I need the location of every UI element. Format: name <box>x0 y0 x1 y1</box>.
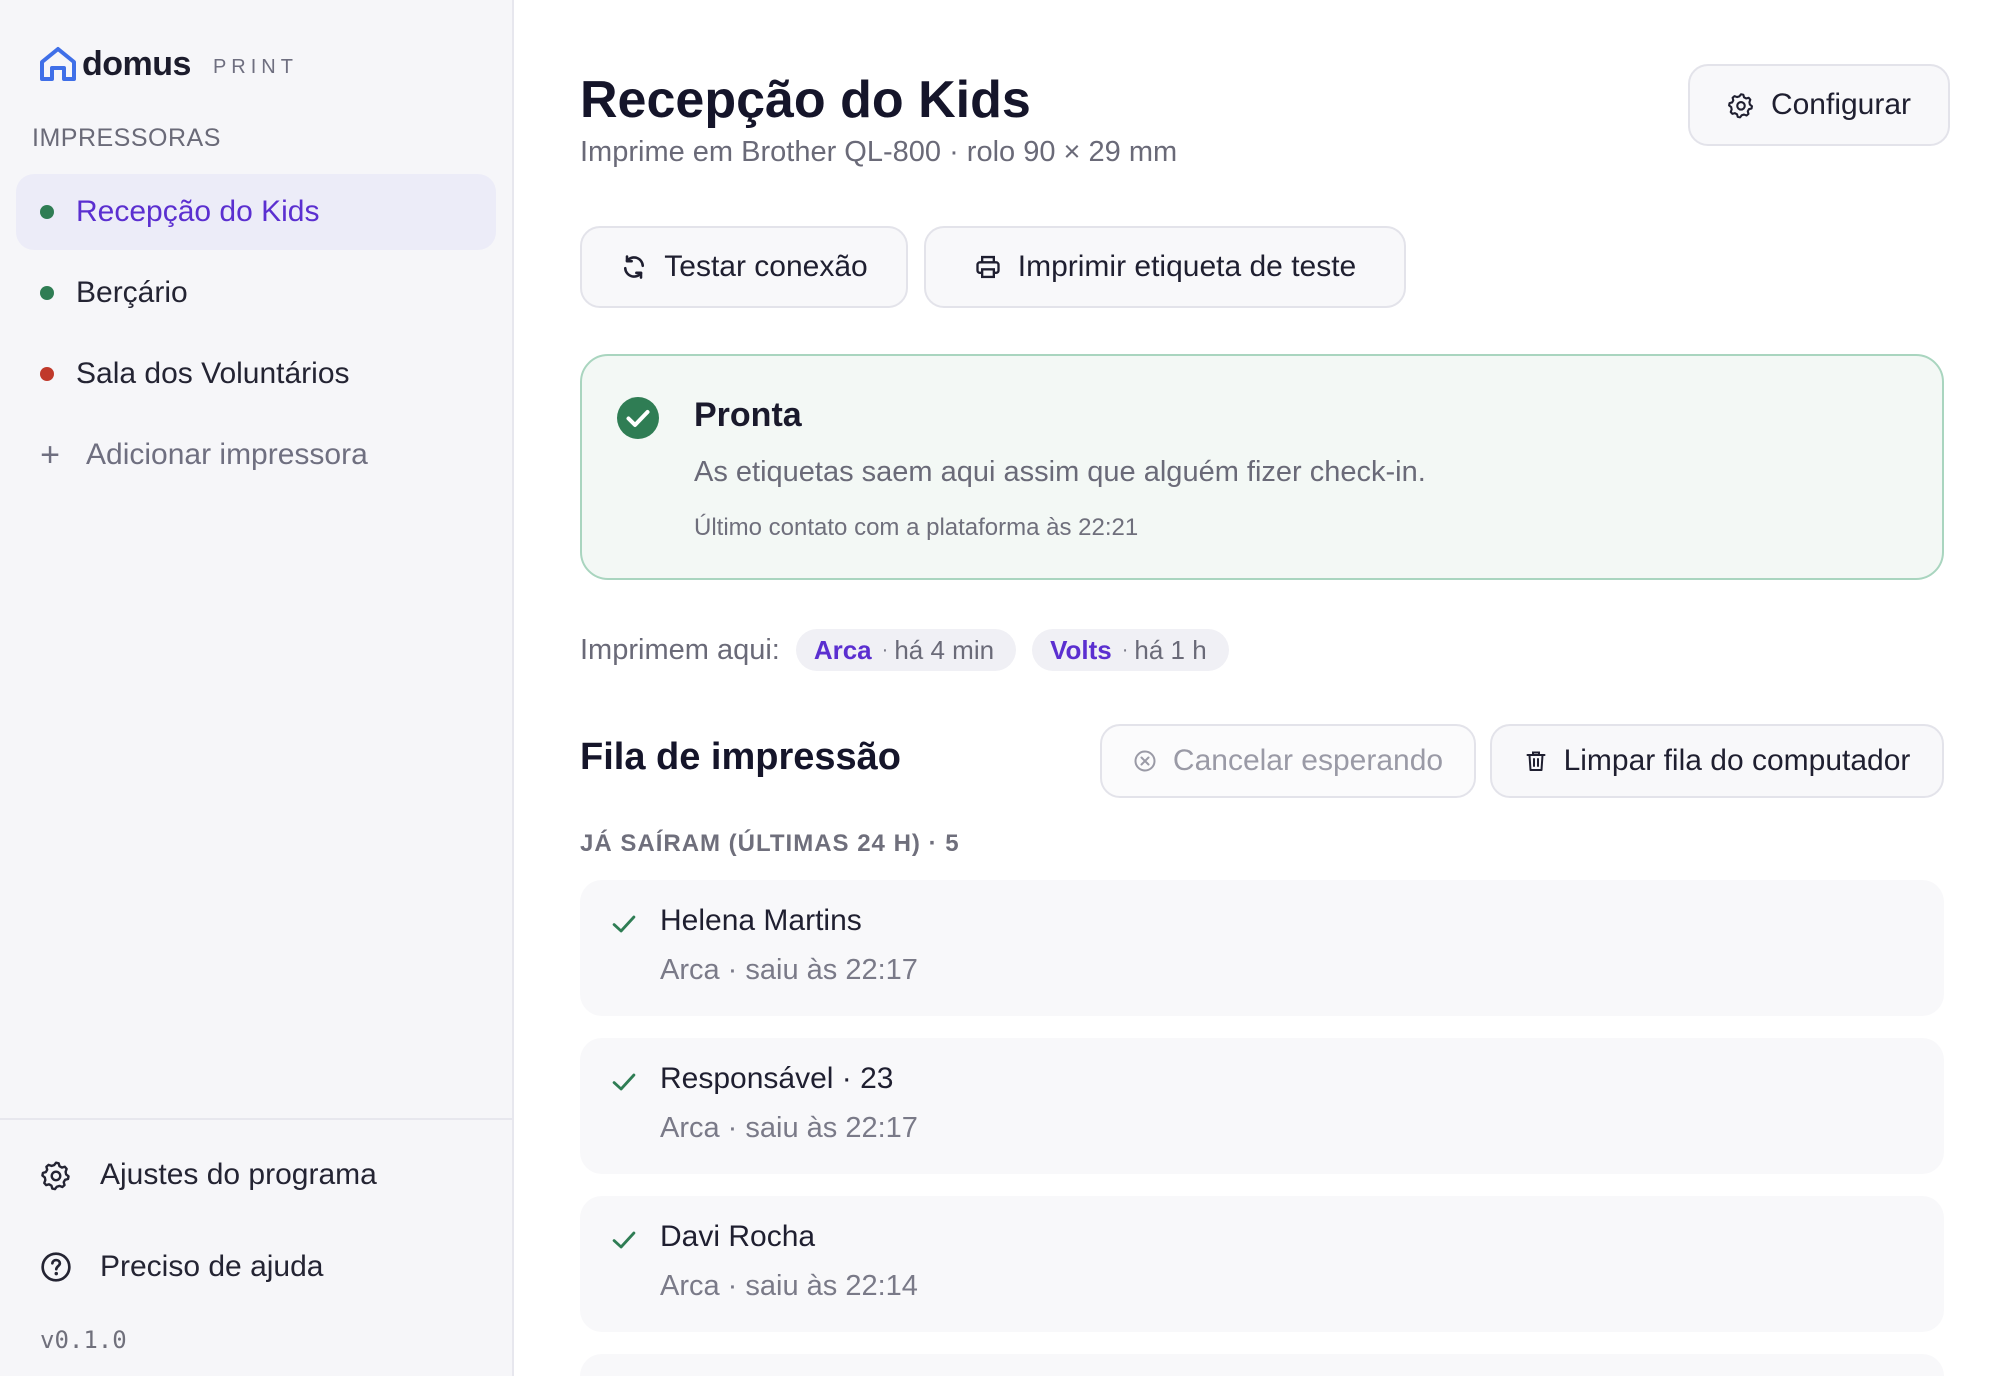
house-icon <box>40 47 76 81</box>
job-name: Responsável · 23 <box>660 1062 894 1095</box>
list-item[interactable] <box>580 1354 1944 1376</box>
help-link[interactable]: Preciso de ajuda <box>40 1250 323 1284</box>
status-title: Pronta <box>694 396 802 434</box>
printer-status-card: Pronta As etiquetas saem aqui assim que … <box>580 354 1944 580</box>
refresh-icon <box>624 255 645 279</box>
printer-icon <box>976 255 1000 279</box>
gear-icon <box>1728 93 1753 119</box>
add-printer-label: Adicionar impressora <box>86 438 368 471</box>
check-icon <box>612 1231 636 1249</box>
list-item[interactable]: Responsável · 23 Arca · saiu às 22:17 <box>580 1038 1944 1174</box>
check-circle-icon <box>617 397 659 439</box>
queue-title: Fila de impressão <box>580 736 902 778</box>
job-name: Davi Rocha <box>660 1220 816 1253</box>
source-time: há 1 h <box>1134 634 1207 665</box>
source-name: Arca <box>813 634 872 665</box>
printing-sources: Imprimem aqui: Arca · há 4 min Volts · h… <box>580 628 1229 672</box>
job-name: Helena Martins <box>660 904 862 937</box>
source-time: há 4 min <box>894 634 995 665</box>
trash-icon <box>1526 751 1546 771</box>
gear-icon <box>41 1161 70 1191</box>
sidebar: domus PRINT IMPRESSORAS Recepção do Kids… <box>0 0 514 1376</box>
print-test-label-text: Imprimir etiqueta de teste <box>1017 250 1357 283</box>
source-chip-arca[interactable]: Arca · há 4 min <box>795 629 1017 671</box>
list-item[interactable]: Davi Rocha Arca · saiu às 22:14 <box>580 1196 1944 1332</box>
job-meta: Arca · saiu às 22:14 <box>660 1270 918 1302</box>
printers-section-label: IMPRESSORAS <box>32 124 221 152</box>
configure-button[interactable]: Configurar <box>1688 64 1950 146</box>
version-label: v0.1.0 <box>40 1326 127 1354</box>
separator-dot: · <box>1121 638 1129 661</box>
program-settings-link[interactable]: Ajustes do programa <box>40 1158 377 1192</box>
sidebar-item-label: Sala dos Voluntários <box>76 357 350 390</box>
sidebar-item-recepcao-kids[interactable]: Recepção do Kids <box>16 174 496 250</box>
printing-sources-label: Imprimem aqui: <box>580 633 780 666</box>
main-panel: Recepção do Kids Imprime em Brother QL-8… <box>514 0 2000 1376</box>
clear-queue-label: Limpar fila do computador <box>1563 744 1911 777</box>
source-name: Volts <box>1050 634 1112 665</box>
print-test-label-button[interactable]: Imprimir etiqueta de teste <box>924 226 1406 308</box>
clear-queue-button[interactable]: Limpar fila do computador <box>1490 724 1944 798</box>
brand-logo[interactable]: domus PRINT <box>38 44 298 84</box>
sidebar-item-bercario[interactable]: Berçário <box>16 255 496 331</box>
last-contact-text: Último contato com a plataforma às 22:21 <box>694 514 1139 541</box>
completed-jobs-header: JÁ SAÍRAM (ÚLTIMAS 24 H) · 5 <box>580 830 960 857</box>
job-meta: Arca · saiu às 22:17 <box>660 1112 918 1144</box>
add-printer-button[interactable]: + Adicionar impressora <box>16 417 496 493</box>
status-dot <box>40 367 54 381</box>
brand-suffix: PRINT <box>212 55 298 78</box>
source-chip-volts[interactable]: Volts · há 1 h <box>1032 629 1229 671</box>
check-icon <box>612 915 636 933</box>
cancel-circle-icon <box>1134 750 1156 772</box>
brand-name: domus <box>82 44 191 83</box>
test-connection-button[interactable]: Testar conexão <box>580 226 908 308</box>
sidebar-item-label: Recepção do Kids <box>76 195 320 228</box>
sidebar-item-label: Berçário <box>76 276 188 309</box>
cancel-waiting-label: Cancelar esperando <box>1172 744 1444 777</box>
list-item[interactable]: Helena Martins Arca · saiu às 22:17 <box>580 880 1944 1016</box>
status-dot <box>40 205 54 219</box>
status-description: As etiquetas saem aqui assim que alguém … <box>694 456 1426 488</box>
job-meta: Arca · saiu às 22:17 <box>660 954 918 986</box>
page-subtitle: Imprime em Brother QL-800 · rolo 90 × 29… <box>580 136 1178 168</box>
program-settings-label: Ajustes do programa <box>100 1158 377 1191</box>
status-dot <box>40 286 54 300</box>
cancel-waiting-button[interactable]: Cancelar esperando <box>1100 724 1476 798</box>
page-title: Recepção do Kids <box>580 71 1031 129</box>
plus-icon: + <box>40 435 60 474</box>
configure-label: Configurar <box>1770 88 1912 121</box>
separator-dot: · <box>881 638 889 661</box>
check-icon <box>612 1073 636 1091</box>
printer-list: Recepção do Kids Berçário Sala dos Volun… <box>16 174 496 493</box>
help-label: Preciso de ajuda <box>100 1250 324 1283</box>
sidebar-footer-divider <box>0 1118 512 1120</box>
test-connection-label: Testar conexão <box>664 250 868 283</box>
sidebar-item-sala-voluntarios[interactable]: Sala dos Voluntários <box>16 336 496 412</box>
help-circle-icon <box>41 1252 71 1282</box>
